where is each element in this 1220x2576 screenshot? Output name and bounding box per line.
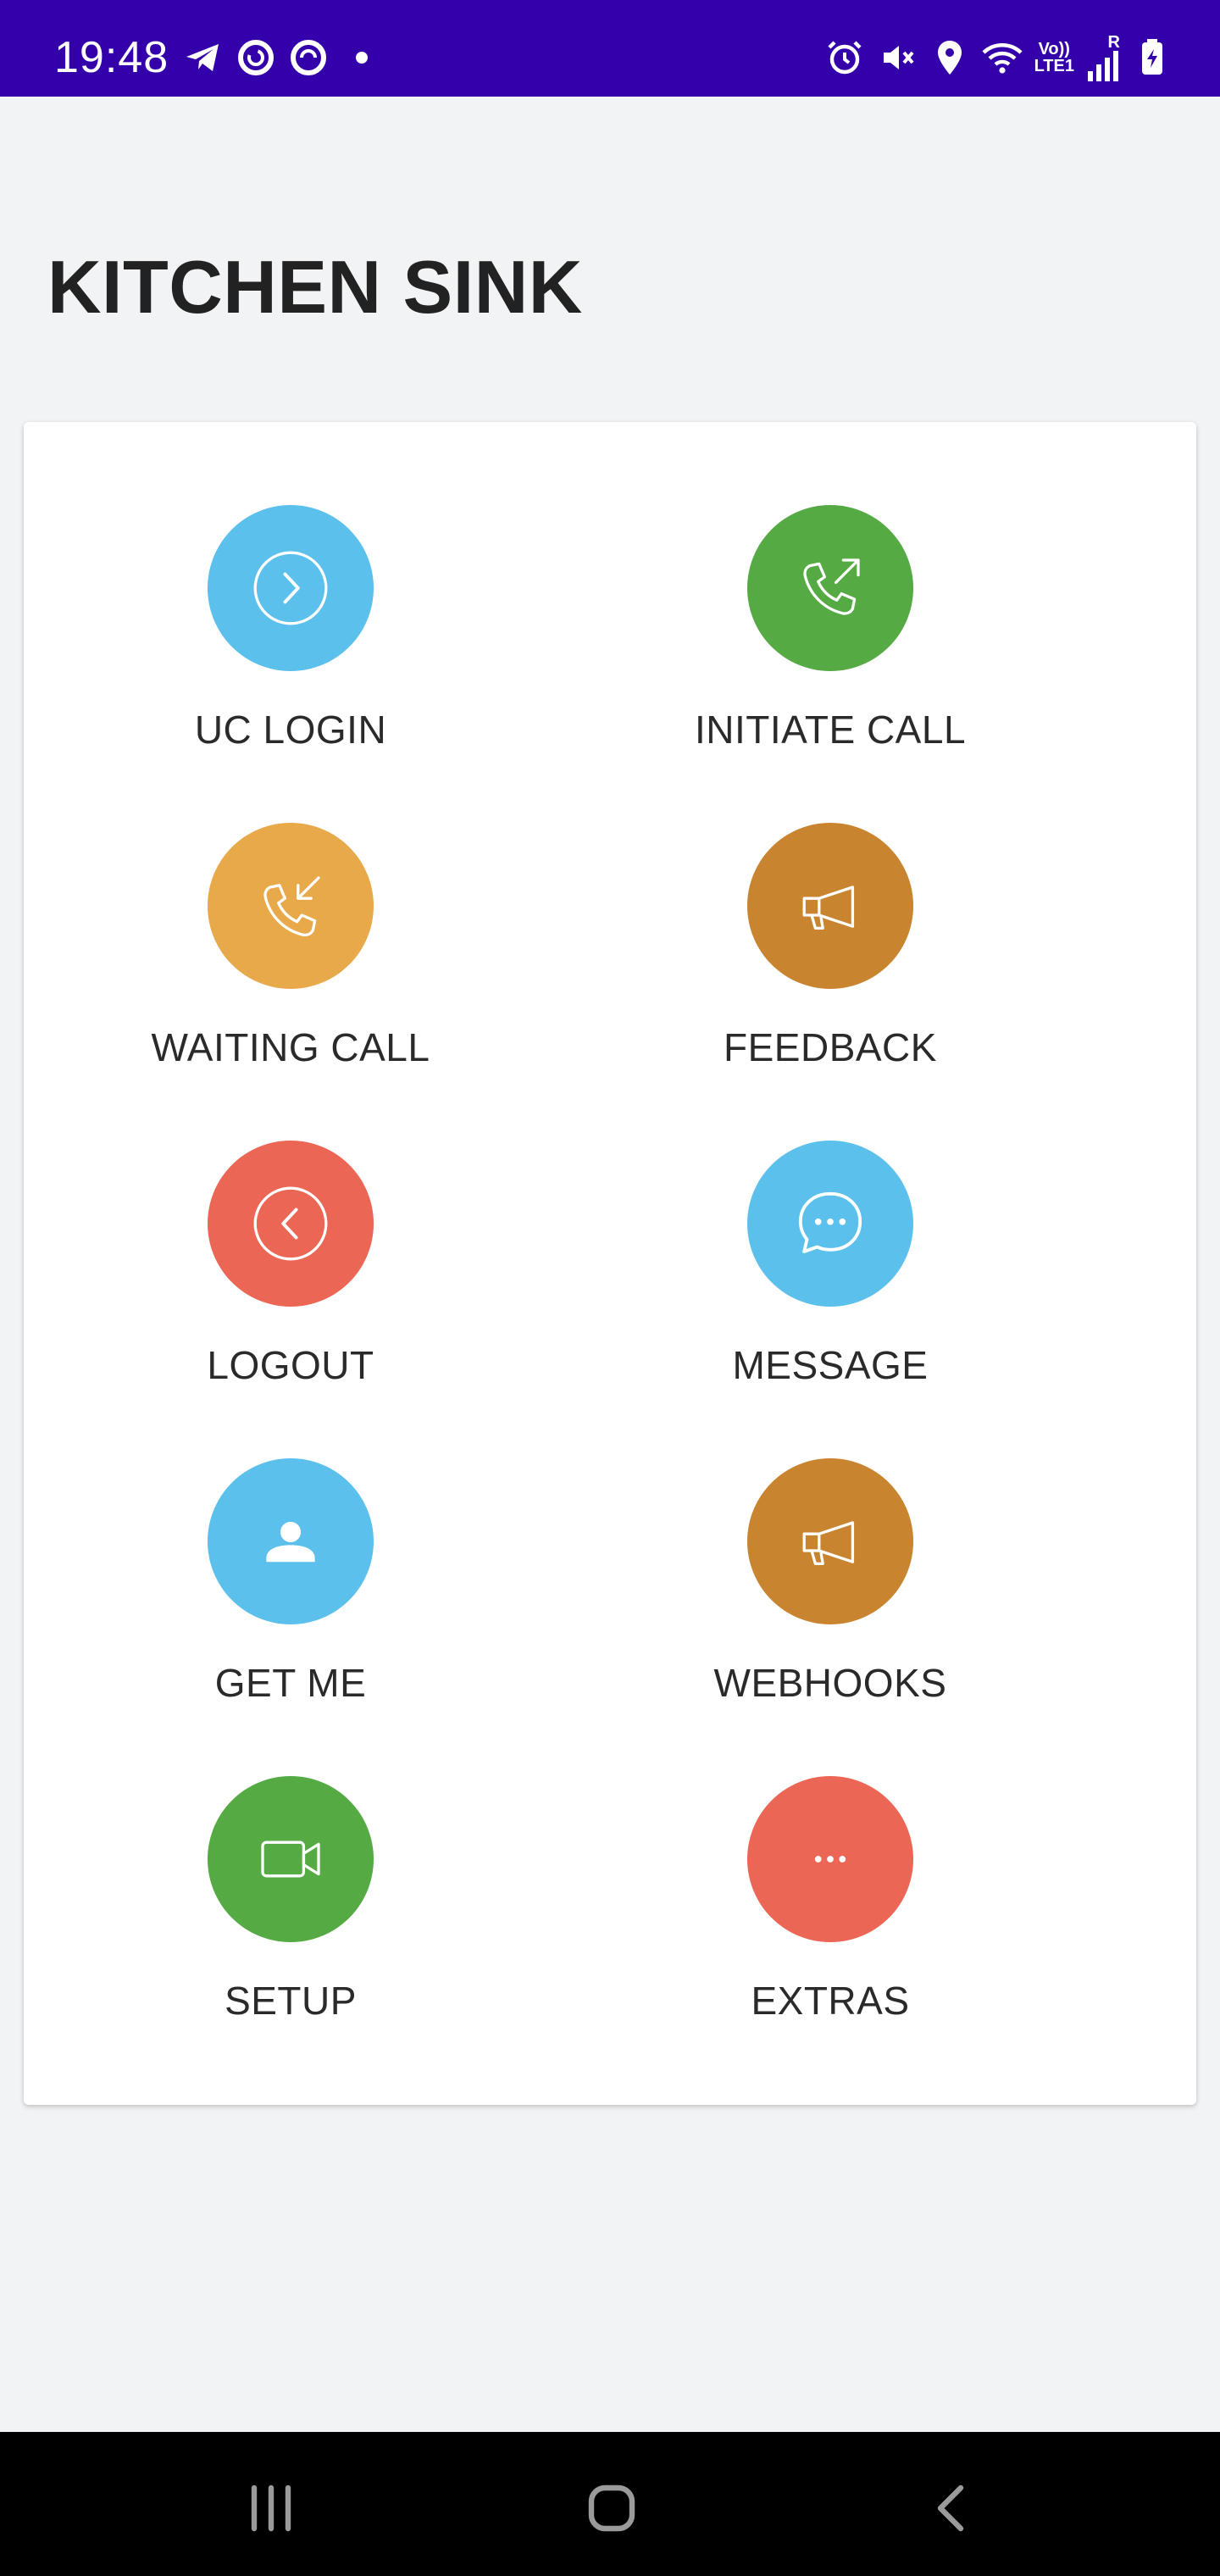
webhooks-label: WEBHOOKS [713, 1661, 947, 1705]
menu-card: UC LOGIN INITIATE CALL WAITING CALL FEED… [24, 422, 1196, 2105]
phone-incoming-icon [263, 876, 320, 937]
home-button[interactable] [561, 2466, 663, 2551]
extras-label: EXTRAS [751, 1979, 910, 2023]
logout-circle [208, 1141, 374, 1307]
logout-label: LOGOUT [207, 1343, 374, 1387]
phone-outgoing-icon [803, 558, 860, 615]
volte-lte-icon: Vo)) LTE1 [1034, 41, 1074, 75]
telegram-icon [186, 44, 219, 71]
feedback-label: FEEDBACK [724, 1025, 937, 1069]
back-button[interactable] [901, 2466, 1003, 2551]
message-circle [747, 1141, 913, 1307]
notification-dot [356, 52, 368, 64]
initiate-call-button[interactable]: INITIATE CALL [618, 505, 1042, 793]
roaming-label: R [1107, 33, 1120, 52]
chevron-left-circle-icon [253, 1186, 328, 1261]
initiate-call-circle [747, 505, 913, 671]
home-icon [588, 2484, 635, 2532]
chat-bubble-icon [798, 1191, 862, 1253]
logout-button[interactable]: LOGOUT [79, 1141, 502, 1429]
webhooks-circle [747, 1458, 913, 1624]
wifi-icon [982, 43, 1023, 74]
recent-apps-button[interactable] [220, 2466, 322, 2551]
extras-button[interactable]: EXTRAS [618, 1776, 1042, 2064]
chevron-right-circle-icon [253, 551, 328, 625]
get-me-circle [208, 1458, 374, 1624]
waiting-call-circle [208, 823, 374, 989]
alarm-icon [828, 41, 862, 75]
volte-label: Vo)) [1038, 40, 1070, 58]
status-time: 19:48 [54, 33, 169, 82]
sync-icon [238, 40, 274, 75]
location-icon [937, 41, 962, 75]
feedback-circle [747, 823, 913, 989]
setup-button[interactable]: SETUP [79, 1776, 502, 2064]
recent-apps-icon [251, 2484, 291, 2532]
uc-login-button[interactable]: UC LOGIN [79, 505, 502, 793]
message-label: MESSAGE [732, 1343, 929, 1387]
waiting-call-label: WAITING CALL [151, 1025, 430, 1069]
page-title: KITCHEN SINK [47, 245, 583, 329]
status-bar: 19:48 Vo)) LTE1 R [0, 0, 1220, 97]
initiate-call-label: INITIATE CALL [694, 708, 967, 752]
extras-circle [747, 1776, 913, 1942]
more-dots-icon [814, 1856, 846, 1863]
battery-charging-icon [1142, 39, 1162, 75]
sync-icon [291, 40, 326, 75]
waiting-call-button[interactable]: WAITING CALL [79, 823, 502, 1111]
message-button[interactable]: MESSAGE [618, 1141, 1042, 1429]
back-icon [937, 2484, 964, 2532]
video-camera-icon [261, 1840, 320, 1878]
get-me-label: GET ME [214, 1661, 367, 1705]
uc-login-label: UC LOGIN [194, 708, 387, 752]
lte-label: LTE1 [1034, 57, 1074, 75]
webhooks-button[interactable]: WEBHOOKS [618, 1458, 1042, 1746]
status-right-icons: Vo)) LTE1 R [824, 32, 1173, 83]
signal-icon: R [1086, 34, 1120, 81]
setup-label: SETUP [225, 1979, 357, 2023]
status-left-icons [183, 34, 368, 81]
navigation-bar [0, 2432, 1220, 2576]
uc-login-circle [208, 505, 374, 671]
feedback-button[interactable]: FEEDBACK [618, 823, 1042, 1111]
megaphone-icon [802, 1521, 855, 1566]
megaphone-icon [802, 886, 855, 930]
vibrate-off-icon [883, 46, 914, 69]
person-icon [266, 1521, 315, 1563]
setup-circle [208, 1776, 374, 1942]
get-me-button[interactable]: GET ME [79, 1458, 502, 1746]
